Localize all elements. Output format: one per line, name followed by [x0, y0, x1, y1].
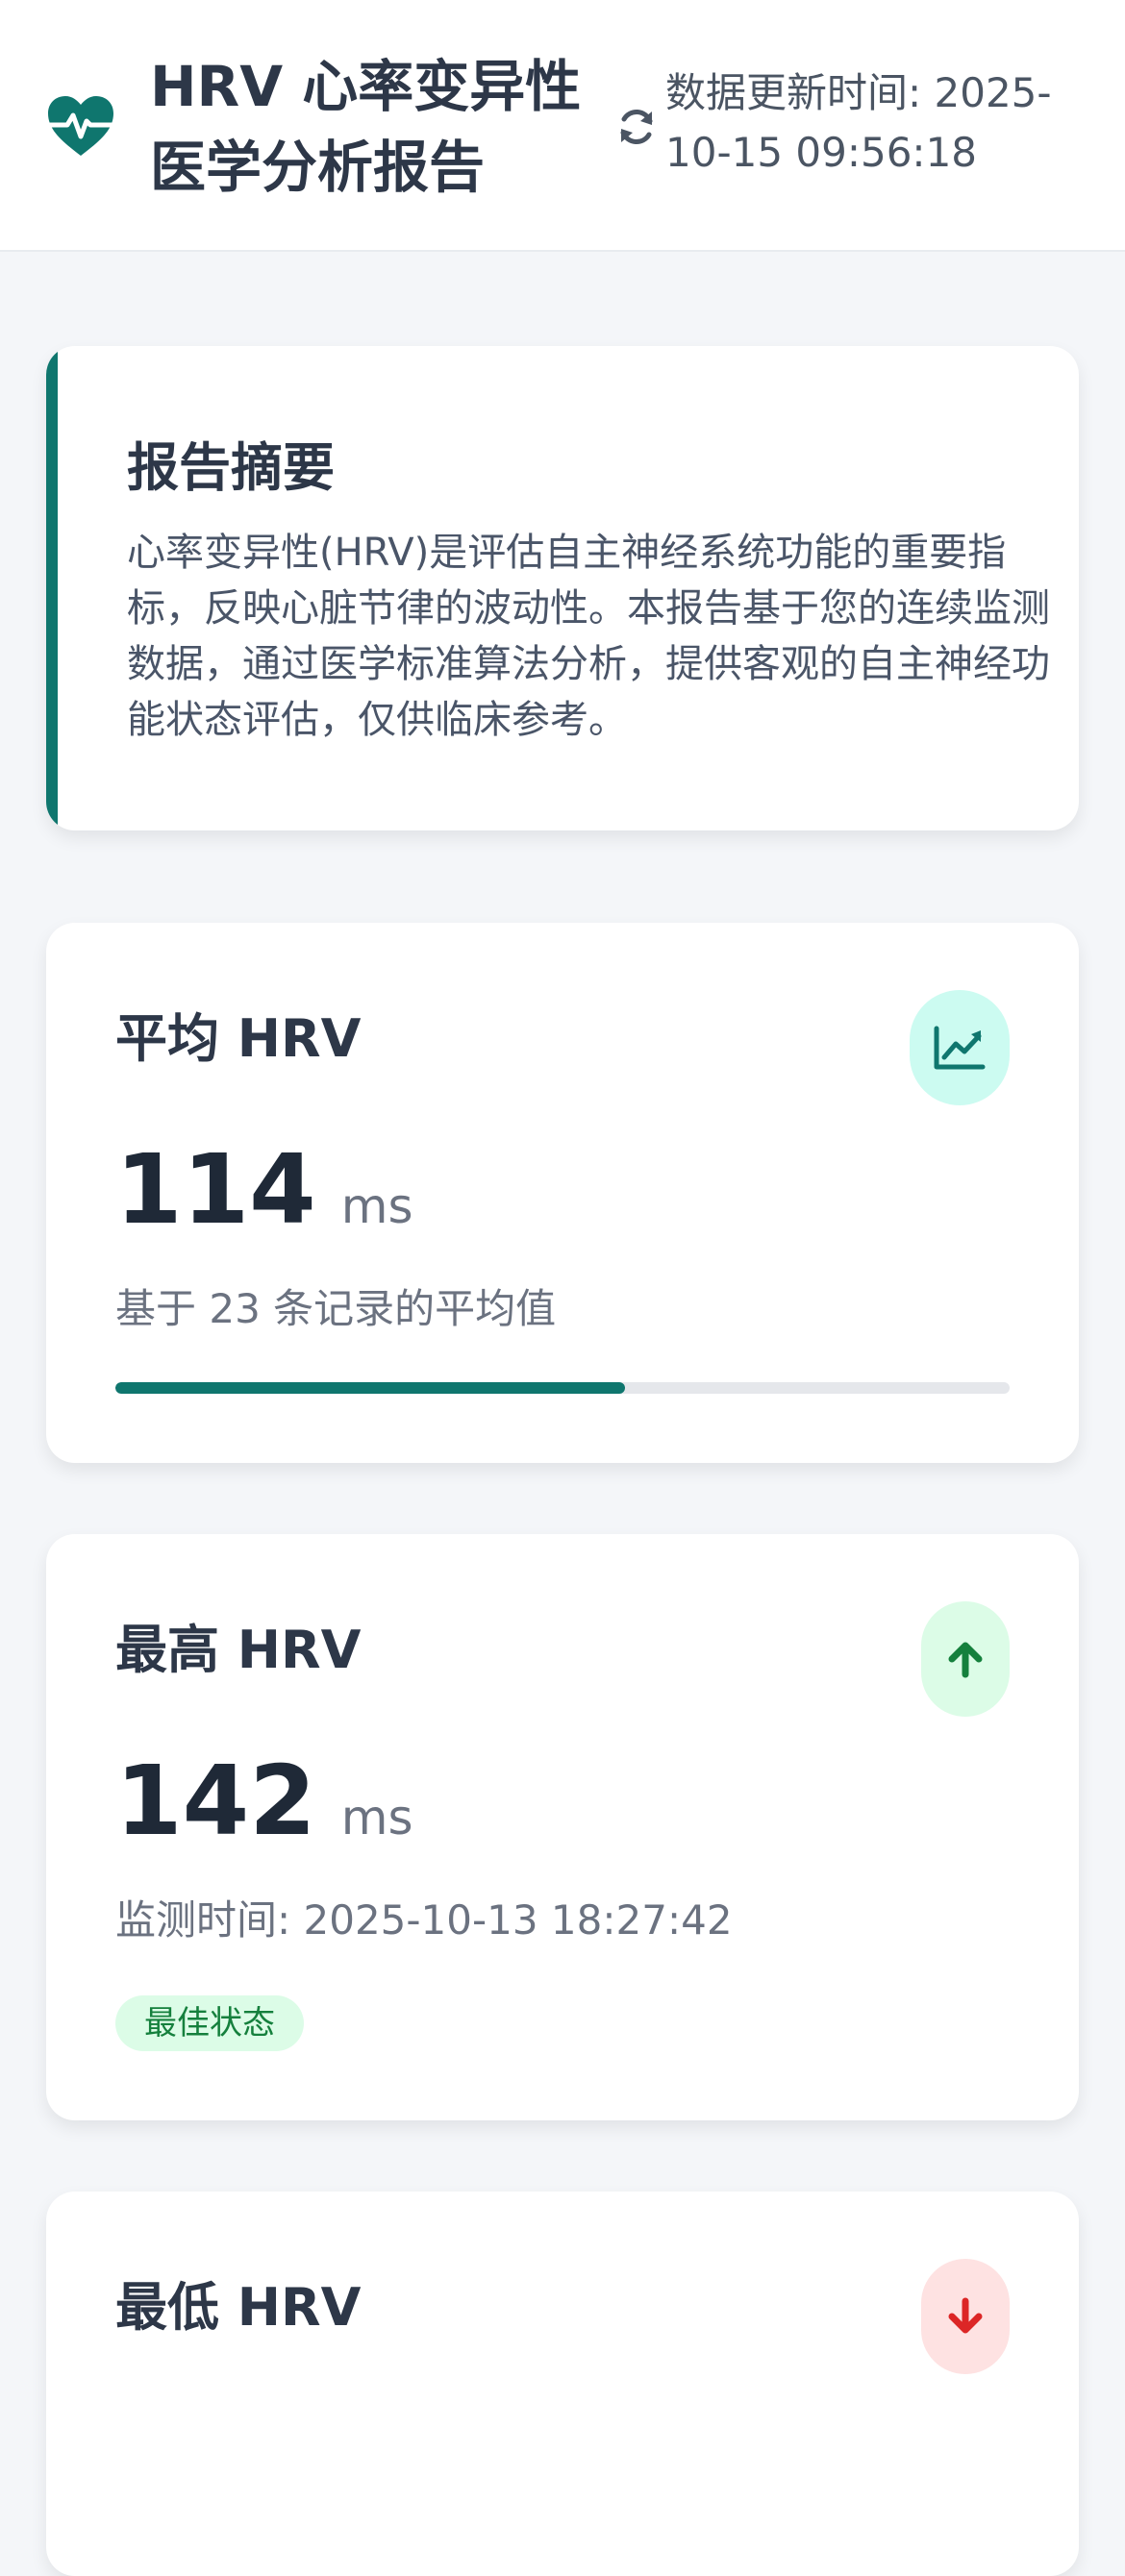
max-hrv-value: 142 — [115, 1745, 316, 1857]
avg-hrv-value: 114 — [115, 1133, 316, 1246]
page-title: HRV 心率变异性医学分析报告 — [150, 54, 582, 200]
avg-hrv-progress-bar — [115, 1382, 1010, 1394]
summary-accent-bar — [46, 346, 58, 830]
heart-pulse-icon — [45, 96, 116, 156]
avg-hrv-unit: ms — [340, 1178, 413, 1234]
arrow-up-icon — [948, 1642, 983, 1678]
status-badge: 最佳状态 — [115, 1995, 304, 2051]
avg-hrv-icon-badge — [910, 990, 1010, 1105]
refresh-icon[interactable] — [615, 106, 658, 148]
max-hrv-note: 监测时间: 2025-10-13 18:27:42 — [115, 1896, 733, 1944]
avg-hrv-title: 平均 HRV — [115, 1008, 362, 1069]
summary-text: 心率变异性(HRV)是评估自主神经系统功能的重要指标，反映心脏节律的波动性。本报… — [127, 531, 1050, 742]
avg-hrv-progress-fill — [115, 1382, 626, 1394]
summary-title: 报告摘要 — [127, 437, 335, 498]
min-hrv-card[interactable]: 最低 HRV — [46, 2192, 1079, 2576]
max-hrv-card[interactable]: 最高 HRV 142 ms 监测时间: 2025-10-13 18:27:42 … — [46, 1534, 1079, 2120]
max-hrv-title: 最高 HRV — [115, 1620, 362, 1680]
app-header: HRV 心率变异性医学分析报告 数据更新时间: 2025-10-15 09:56… — [0, 0, 1125, 252]
arrow-down-icon — [948, 2297, 983, 2334]
update-time: 数据更新时间: 2025-10-15 09:56:18 — [665, 69, 1052, 176]
avg-hrv-value-row: 114 ms — [115, 1142, 413, 1238]
avg-hrv-card[interactable]: 平均 HRV 114 ms 基于 23 条记录的平均值 — [46, 923, 1079, 1463]
min-hrv-title: 最低 HRV — [115, 2277, 362, 2338]
max-hrv-value-row: 142 ms — [115, 1753, 413, 1849]
chart-line-icon — [934, 1026, 986, 1070]
max-hrv-unit: ms — [340, 1790, 413, 1845]
max-hrv-icon-badge — [921, 1601, 1010, 1717]
summary-card: 报告摘要 心率变异性(HRV)是评估自主神经系统功能的重要指标，反映心脏节律的波… — [46, 346, 1079, 830]
avg-hrv-note: 基于 23 条记录的平均值 — [115, 1285, 557, 1332]
min-hrv-icon-badge — [921, 2259, 1010, 2374]
